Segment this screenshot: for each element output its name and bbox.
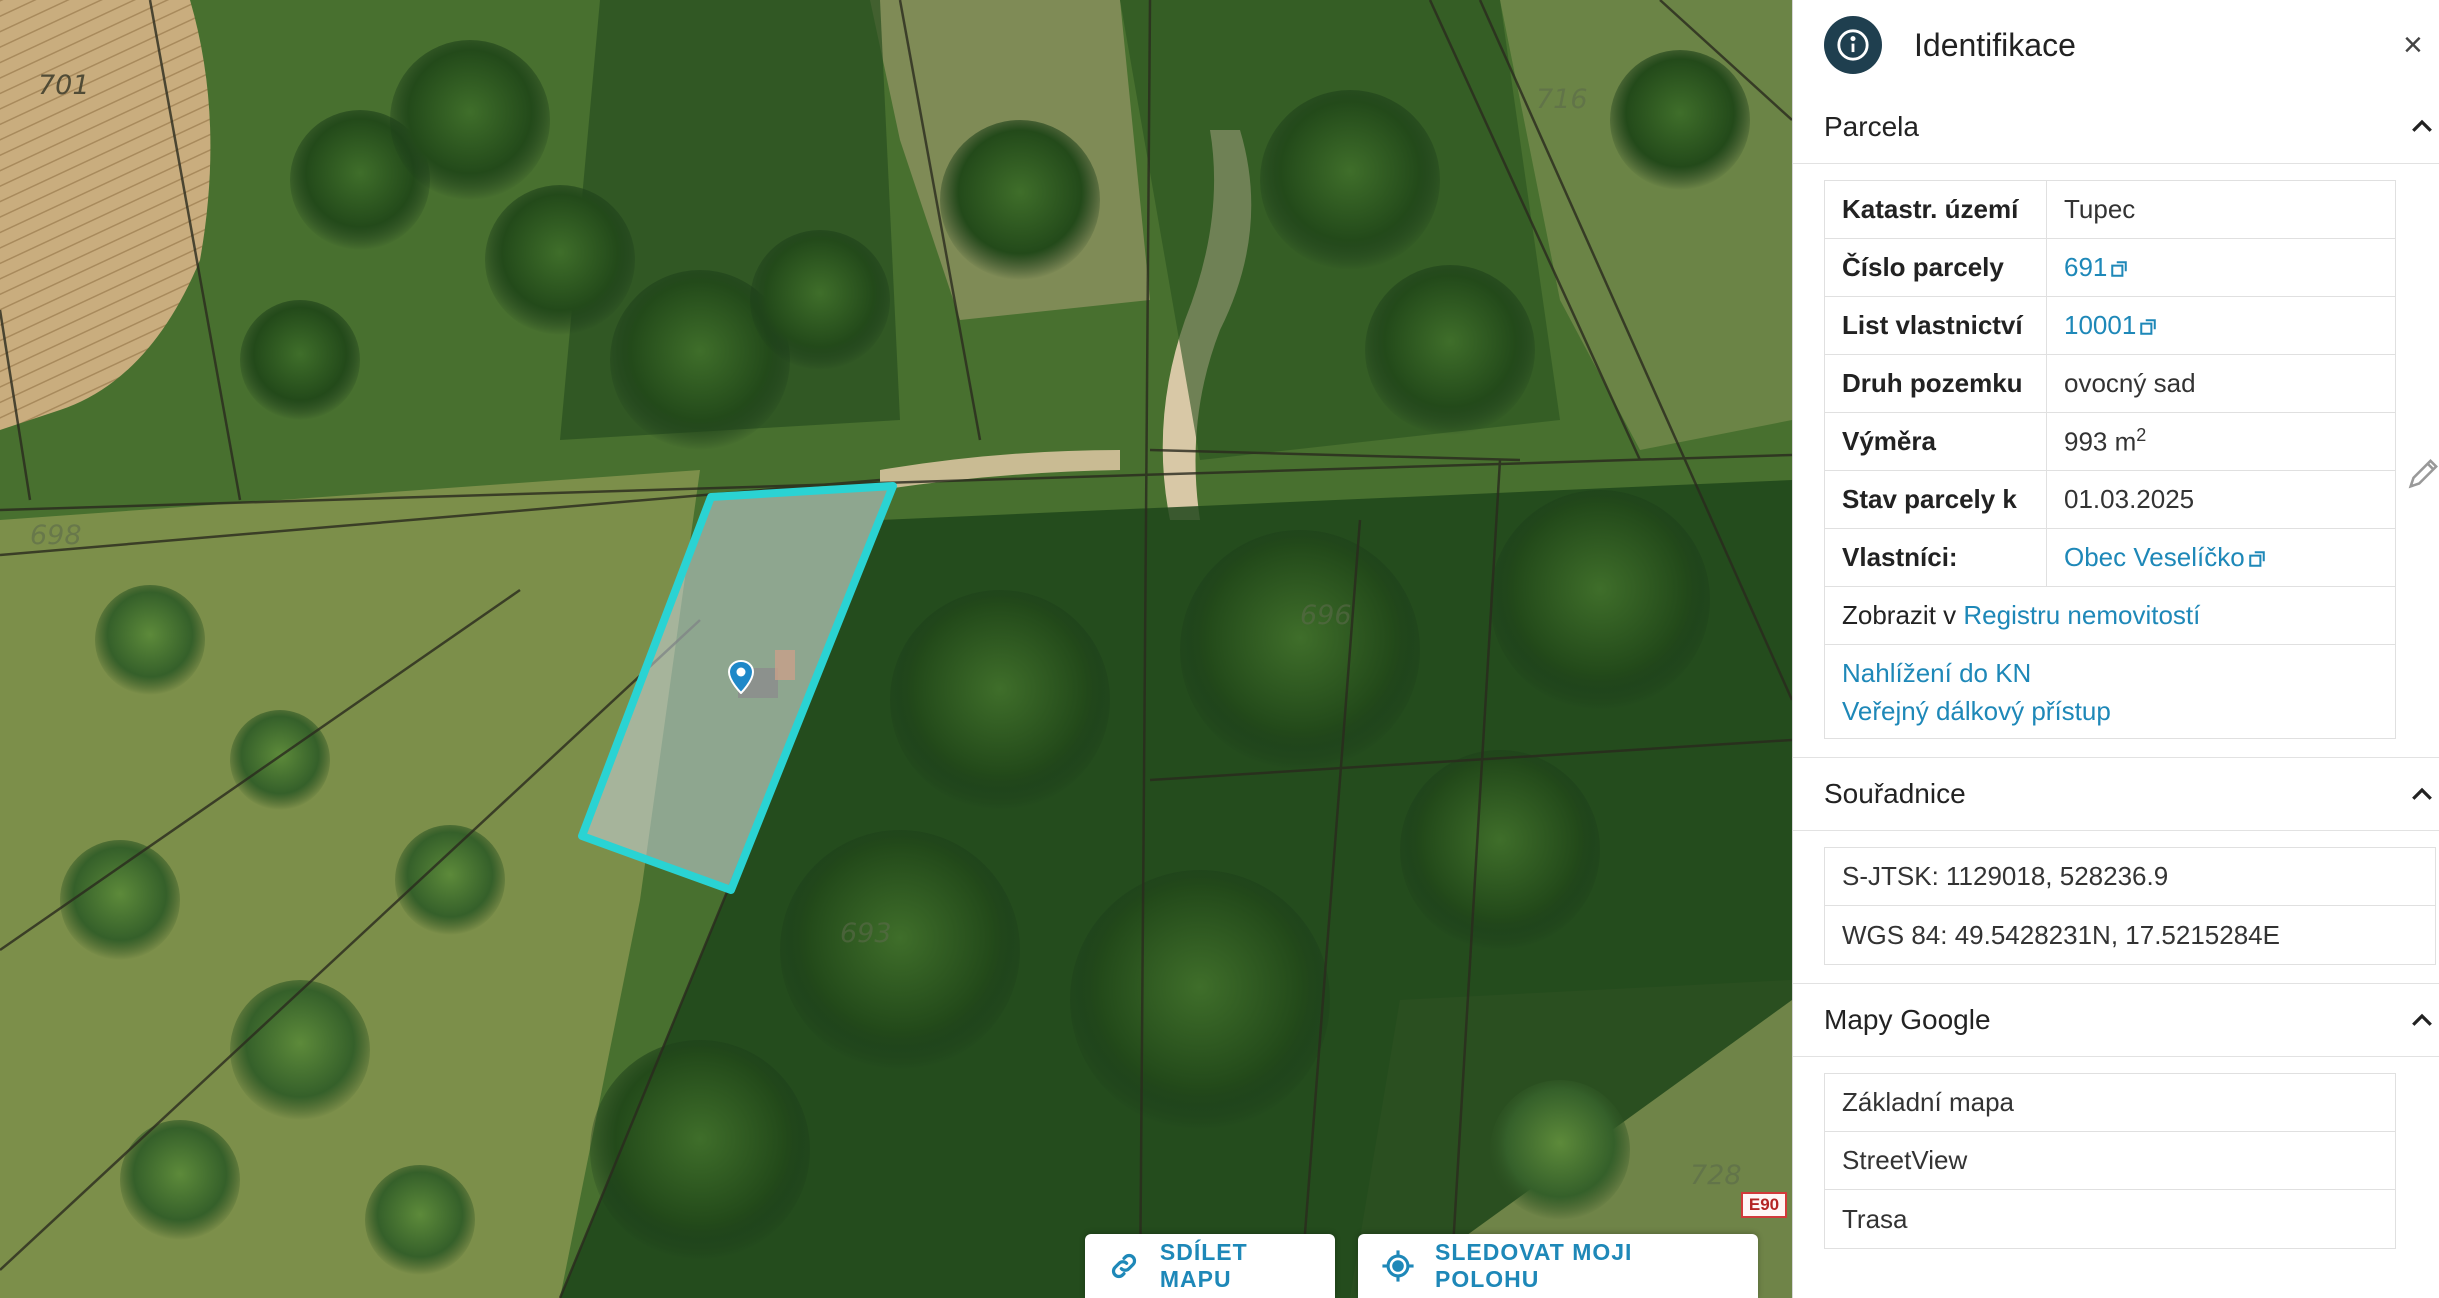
parcel-label: 698 xyxy=(30,520,82,551)
parcel-number-link[interactable]: 691 xyxy=(2064,252,2107,282)
track-location-button[interactable]: SLEDOVAT MOJI POLOHU xyxy=(1358,1234,1758,1298)
section-google-header[interactable]: Mapy Google xyxy=(1793,983,2439,1057)
map-view[interactable]: 701 698 716 696 693 728 E90 SDÍLET MAPU … xyxy=(0,0,1792,1298)
table-row: Číslo parcely 691 xyxy=(1824,238,2396,297)
owner-link[interactable]: Obec Veselíčko xyxy=(2064,542,2245,572)
chevron-up-icon[interactable] xyxy=(2407,112,2437,142)
section-parcela-title: Parcela xyxy=(1824,110,1919,142)
table-row: Vlastníci: Obec Veselíčko xyxy=(1824,528,2396,587)
panel-title: Identifikace xyxy=(1914,26,2076,63)
aerial-imagery xyxy=(0,0,1792,1298)
chevron-up-icon[interactable] xyxy=(2407,780,2437,810)
parcel-label: 716 xyxy=(1536,84,1588,115)
table-row: Stav parcely k 01.03.2025 xyxy=(1824,470,2396,529)
row-value: 993 m2 xyxy=(2046,412,2396,471)
parcel-label: 693 xyxy=(840,918,892,949)
chevron-up-icon[interactable] xyxy=(2407,1006,2437,1036)
row-value: Tupec xyxy=(2046,180,2396,239)
row-key: Vlastníci: xyxy=(1824,528,2047,587)
show-in-cell: Zobrazit v Registru nemovitostí xyxy=(1824,586,2396,645)
row-value: ovocný sad xyxy=(2046,354,2396,413)
row-value: Obec Veselíčko xyxy=(2046,528,2396,587)
row-key: Druh pozemku xyxy=(1824,354,2047,413)
section-coordinates-title: Souřadnice xyxy=(1824,778,1966,809)
share-map-label: SDÍLET MAPU xyxy=(1159,1239,1248,1292)
row-value: 691 xyxy=(2046,238,2396,297)
external-links-cell: Nahlížení do KN Veřejný dálkový přístup xyxy=(1824,644,2396,739)
area-unit-exponent: 2 xyxy=(2136,425,2147,446)
parcel-table: Katastr. území Tupec Číslo parcely 691 L… xyxy=(1824,180,2396,739)
google-basic-map-link[interactable]: Základní mapa xyxy=(1825,1074,2395,1132)
area-value: 993 m xyxy=(2064,426,2137,457)
close-icon[interactable]: × xyxy=(2403,26,2439,66)
road-badge: E90 xyxy=(1741,1192,1787,1218)
sjtsk-coordinates: S-JTSK: 1129018, 528236.9 xyxy=(1825,848,2435,906)
section-coordinates-header[interactable]: Souřadnice xyxy=(1793,757,2439,831)
table-row: Zobrazit v Registru nemovitostí xyxy=(1824,586,2396,645)
share-map-button[interactable]: SDÍLET MAPU xyxy=(1085,1234,1335,1298)
row-key: Číslo parcely xyxy=(1824,238,2047,297)
track-location-label: SLEDOVAT MOJI POLOHU xyxy=(1434,1239,1633,1292)
locate-icon xyxy=(1380,1247,1417,1285)
table-row: Nahlížení do KN Veřejný dálkový přístup xyxy=(1824,644,2396,739)
edit-icon[interactable] xyxy=(2405,455,2439,495)
cadastre-view-link[interactable]: Nahlížení do KN xyxy=(1842,654,2378,692)
coordinates-box: S-JTSK: 1129018, 528236.9 WGS 84: 49.542… xyxy=(1824,847,2436,965)
external-link-icon[interactable] xyxy=(2110,260,2128,278)
wgs-coordinates: WGS 84: 49.5428231N, 17.5215284E xyxy=(1842,919,2280,950)
info-icon xyxy=(1824,16,1882,74)
row-key: Výměra xyxy=(1824,412,2047,471)
parcel-label: 701 xyxy=(38,70,90,101)
parcel-label: 696 xyxy=(1300,600,1352,631)
row-key: List vlastnictví xyxy=(1824,296,2047,355)
google-links-box: Základní mapa StreetView Trasa xyxy=(1824,1073,2396,1249)
section-google-title: Mapy Google xyxy=(1824,1004,1991,1035)
remote-access-link[interactable]: Veřejný dálkový přístup xyxy=(1842,692,2378,730)
google-streetview-link[interactable]: StreetView xyxy=(1825,1132,2395,1190)
external-link-icon[interactable] xyxy=(2248,550,2266,568)
table-row: Výměra 993 m2 xyxy=(1824,412,2396,471)
show-in-prefix: Zobrazit v xyxy=(1842,600,1964,630)
link-icon xyxy=(1107,1247,1142,1285)
section-parcela-header[interactable]: Parcela xyxy=(1793,90,2439,164)
row-key: Katastr. území xyxy=(1824,180,2047,239)
registry-link[interactable]: Registru nemovitostí xyxy=(1963,600,2200,630)
identification-panel: Identifikace × Parcela Katastr. území Tu… xyxy=(1792,0,2439,1298)
row-key: Stav parcely k xyxy=(1824,470,2047,529)
google-route-link[interactable]: Trasa xyxy=(1825,1190,2395,1248)
ownership-sheet-link[interactable]: 10001 xyxy=(2064,310,2136,340)
external-link-icon[interactable] xyxy=(2139,318,2157,336)
row-value: 01.03.2025 xyxy=(2046,470,2396,529)
parcel-label: 728 xyxy=(1690,1160,1742,1191)
row-value: 10001 xyxy=(2046,296,2396,355)
table-row: Druh pozemku ovocný sad xyxy=(1824,354,2396,413)
location-pin-icon[interactable] xyxy=(728,660,754,694)
panel-header: Identifikace × xyxy=(1793,0,2439,90)
table-row: List vlastnictví 10001 xyxy=(1824,296,2396,355)
table-row: Katastr. území Tupec xyxy=(1824,180,2396,239)
